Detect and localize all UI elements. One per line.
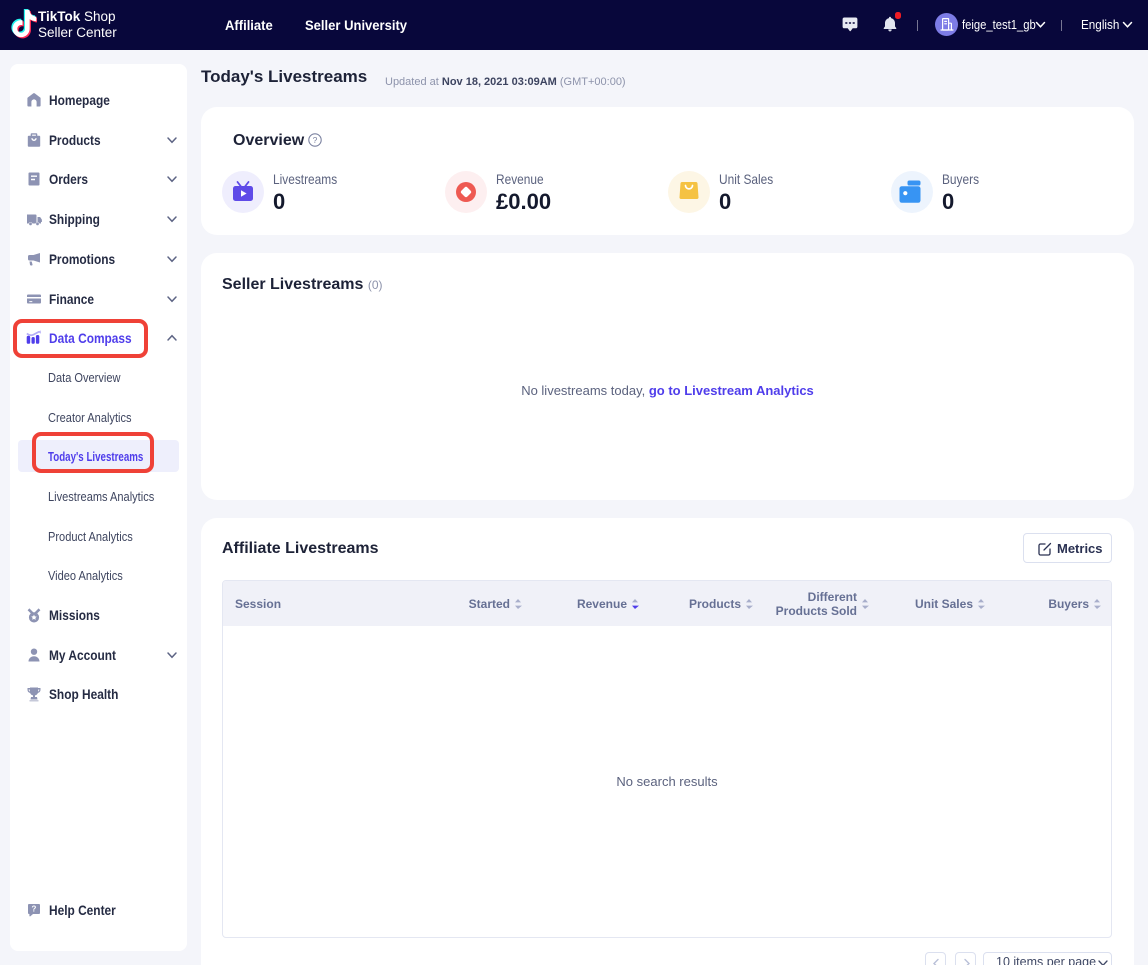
svg-text:?: ? xyxy=(313,135,318,145)
svg-text:?: ? xyxy=(32,905,37,914)
